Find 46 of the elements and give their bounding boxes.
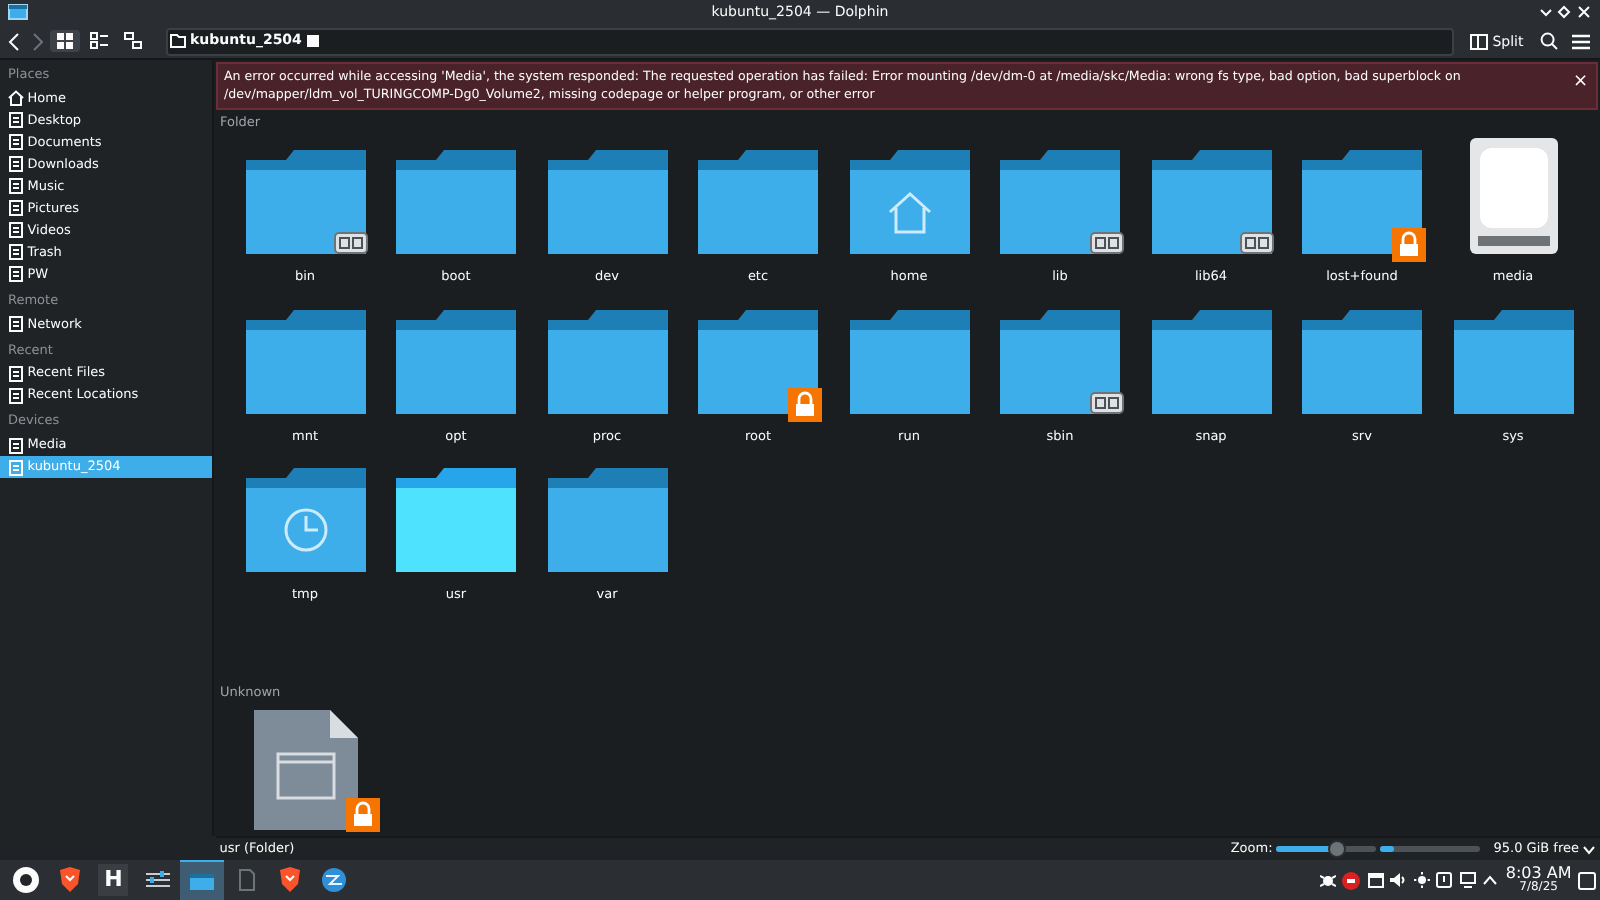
show-desktop-icon[interactable] <box>1578 871 1597 889</box>
place-icon <box>8 459 24 475</box>
place-icon <box>8 316 24 332</box>
menu-icon <box>1572 33 1591 49</box>
launcher-icon <box>11 866 40 894</box>
icon-view-button[interactable] <box>50 30 81 52</box>
place-icon <box>8 222 24 239</box>
zoom-slider[interactable] <box>1276 846 1377 852</box>
place-icon <box>8 200 24 217</box>
sun-icon[interactable] <box>1413 872 1430 888</box>
folder-icon <box>170 34 187 48</box>
compact-view-button[interactable] <box>84 30 114 52</box>
place-icon <box>8 156 24 173</box>
monitor-icon[interactable] <box>1459 872 1476 888</box>
search-icon <box>1539 32 1557 50</box>
place-icon <box>8 134 24 151</box>
shield-icon <box>55 866 84 894</box>
home-icon <box>8 90 24 107</box>
maximize-icon[interactable] <box>1556 4 1573 20</box>
clock-time[interactable]: 8:03 AM <box>1505 866 1572 882</box>
grid-icon <box>56 32 75 50</box>
list-icon <box>90 32 108 50</box>
speaker-icon[interactable] <box>1390 872 1407 888</box>
close-button[interactable]: × <box>1572 74 1588 92</box>
tree-icon <box>123 32 142 50</box>
chevron-icon[interactable] <box>1582 843 1597 855</box>
chevron-up-icon[interactable] <box>1482 874 1499 886</box>
place-icon <box>8 437 24 453</box>
place-icon <box>8 266 24 283</box>
stop-icon[interactable] <box>1342 871 1361 889</box>
back-icon[interactable] <box>3 29 24 53</box>
slider-handle[interactable] <box>1328 840 1347 858</box>
place-icon <box>8 112 24 129</box>
window-icon <box>8 4 28 20</box>
shield-icon <box>275 866 304 894</box>
bug-icon[interactable] <box>1319 872 1336 888</box>
place-icon <box>8 244 24 261</box>
place-icon <box>8 365 24 382</box>
split-icon <box>1470 33 1489 49</box>
drive-icon <box>305 34 320 48</box>
free-space-bar <box>1379 846 1480 852</box>
calendar-icon[interactable] <box>1367 872 1384 888</box>
place-icon <box>8 387 24 404</box>
close-icon[interactable] <box>1576 4 1592 20</box>
minimize-icon[interactable] <box>1537 4 1553 20</box>
place-icon <box>8 178 24 195</box>
